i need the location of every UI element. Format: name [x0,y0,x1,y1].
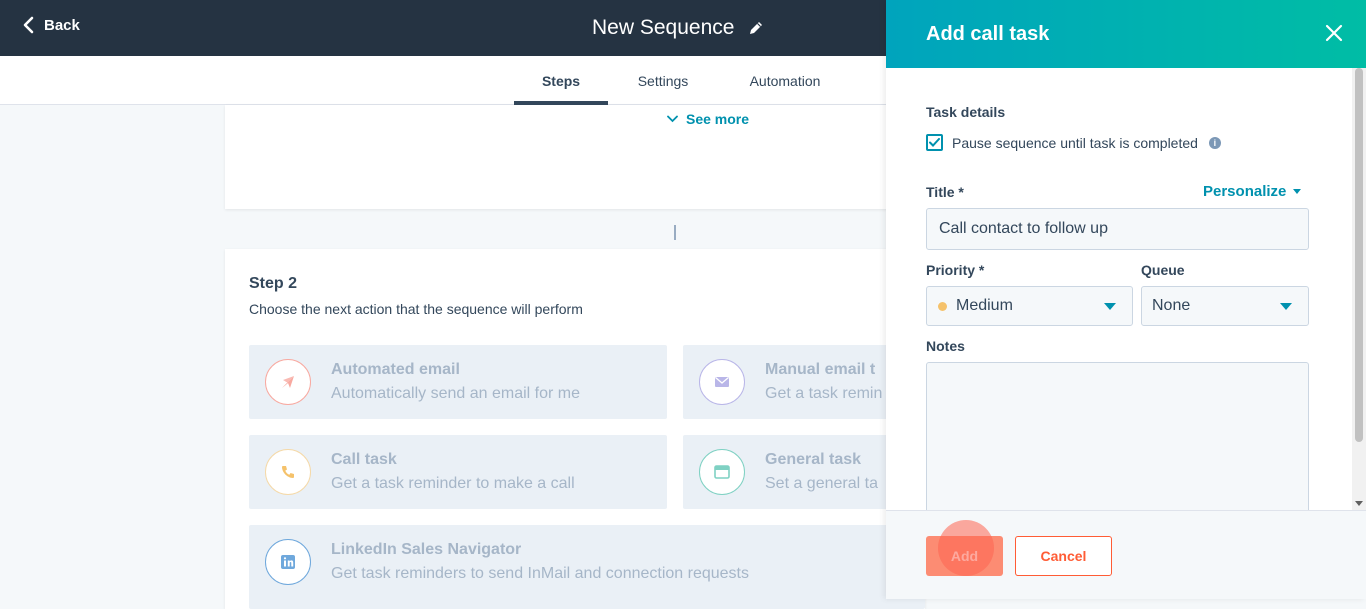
tab-automation-label: Automation [749,72,821,89]
tab-settings-label: Settings [637,72,689,89]
phone-icon [282,466,294,478]
panel-footer: Add Cancel [886,510,1366,599]
back-label: Back [44,16,80,34]
pause-sequence-row: Pause sequence until task is completed i [926,134,1221,151]
checkmark-icon [929,138,940,147]
panel-body: Task details Pause sequence until task i… [886,68,1366,510]
tab-automation[interactable]: Automation [734,56,836,105]
step-2-card: Step 2 Choose the next action that the s… [225,249,925,609]
scrollbar-thumb[interactable] [1355,68,1363,442]
caret-down-icon [1104,303,1116,310]
step-subtitle: Choose the next action that the sequence… [249,301,583,317]
action-title: General task [765,451,862,468]
pause-sequence-checkbox[interactable] [926,134,943,151]
chevron-down-icon [667,115,678,123]
step-connector [674,225,676,240]
title-input[interactable] [926,208,1309,250]
step-heading: Step 2 [249,275,298,292]
panel-scrollbar[interactable] [1352,68,1366,510]
caret-down-icon [1293,189,1302,194]
add-button[interactable]: Add [926,536,1003,576]
tab-steps[interactable]: Steps [514,56,608,105]
tab-settings[interactable]: Settings [622,56,704,105]
info-icon[interactable]: i [1208,136,1221,149]
action-call-task[interactable]: Call task Get a task reminder to make a … [249,435,667,509]
back-button[interactable]: Back [22,16,80,34]
action-title: LinkedIn Sales Navigator [331,541,522,558]
action-description: Set a general ta [765,475,878,492]
action-icon-circle [265,359,311,405]
action-title: Automated email [331,361,460,378]
panel-title: Add call task [926,23,1050,45]
sequence-title-text: New Sequence [592,16,735,39]
pause-sequence-label: Pause sequence until task is completed [952,134,1198,151]
paper-plane-icon [282,376,294,388]
notes-textarea[interactable] [926,362,1309,510]
action-description: Automatically send an email for me [331,385,580,402]
linkedin-icon [281,555,295,569]
notes-label: Notes [926,338,965,354]
previous-step-card: See more [225,105,925,209]
panel-header: Add call task [886,0,1366,68]
action-description: Get a task remin [765,385,883,402]
queue-select[interactable]: None [1141,286,1309,326]
close-icon[interactable] [1324,23,1344,43]
see-more-link[interactable]: See more [667,111,749,127]
action-icon-circle [265,449,311,495]
action-icon-circle [265,539,311,585]
personalize-dropdown[interactable]: Personalize [1203,183,1302,200]
title-label: Title * [926,184,964,200]
envelope-icon [715,377,729,387]
scroll-down-icon[interactable] [1355,501,1363,506]
sequence-title: New Sequence [592,16,764,40]
pencil-icon[interactable] [748,20,764,36]
chevron-left-icon [23,16,34,34]
personalize-label: Personalize [1203,183,1287,200]
queue-value: None [1152,297,1191,314]
action-icon-circle [699,359,745,405]
action-title: Call task [331,451,397,468]
cancel-button[interactable]: Cancel [1015,536,1112,576]
action-icon-circle [699,449,745,495]
priority-select[interactable]: Medium [926,286,1133,326]
add-call-task-panel: Add call task Task details Pause sequenc… [886,0,1366,599]
action-description: Get task reminders to send InMail and co… [331,565,749,582]
caret-down-icon [1280,303,1292,310]
task-details-label: Task details [926,104,1006,120]
see-more-label: See more [686,111,750,127]
action-description: Get a task reminder to make a call [331,475,575,492]
monitor-icon [714,465,730,479]
priority-value: Medium [956,297,1013,314]
tab-steps-label: Steps [541,72,581,89]
queue-label: Queue [1141,262,1185,278]
priority-label: Priority * [926,262,985,278]
priority-dot [938,301,947,311]
action-title: Manual email t [765,361,876,378]
action-automated-email[interactable]: Automated email Automatically send an em… [249,345,667,419]
action-linkedin-sales-navigator[interactable]: LinkedIn Sales Navigator Get task remind… [249,525,925,609]
